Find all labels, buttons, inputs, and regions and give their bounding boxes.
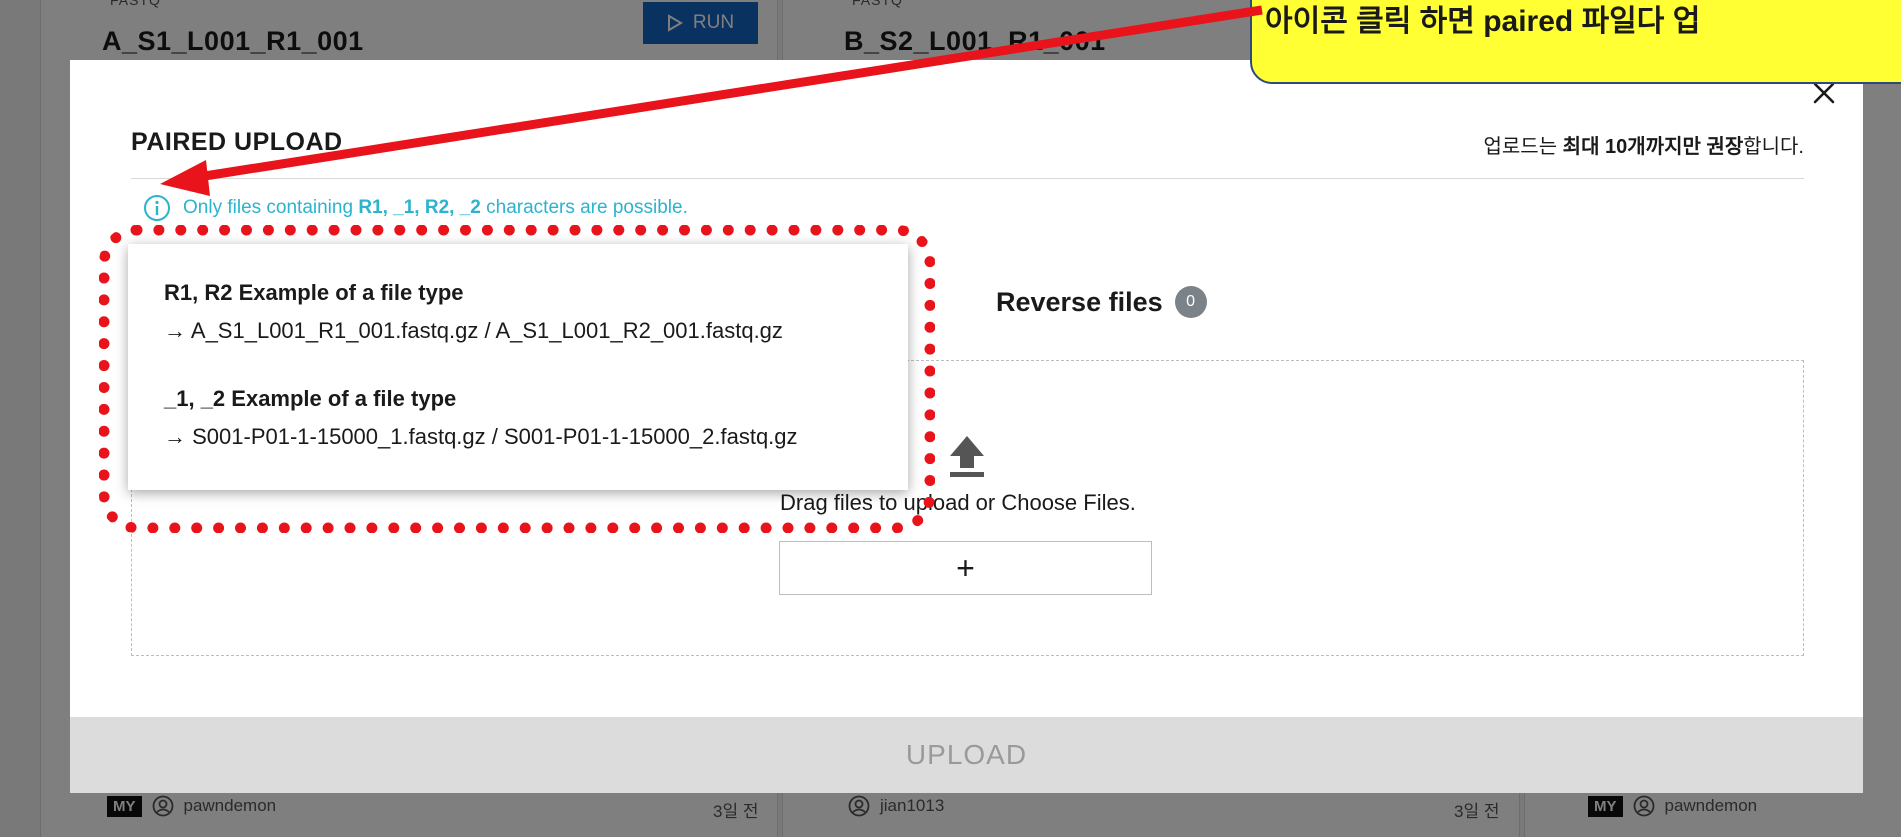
upload-limit-notice: 업로드는 최대 10개까지만 권장합니다. bbox=[1484, 130, 1805, 159]
divider bbox=[131, 178, 1804, 179]
info-icon[interactable] bbox=[143, 194, 171, 222]
upload-button[interactable]: UPLOAD bbox=[70, 717, 1863, 793]
info-text: Only files containing R1, _1, R2, _2 cha… bbox=[183, 197, 688, 219]
underscore-example-heading: _1, _2 Example of a file type bbox=[164, 386, 457, 411]
notice-prefix: 업로드는 bbox=[1483, 136, 1563, 158]
modal-title: PAIRED UPLOAD bbox=[131, 128, 343, 156]
tab-reverse-files[interactable]: Reverse files 0 bbox=[996, 286, 1207, 318]
r-example-text: → A_S1_L001_R1_001.fastq.gz / A_S1_L001_… bbox=[164, 318, 783, 343]
drop-instructions: Drag files to upload or Choose Files. bbox=[780, 490, 1136, 515]
info-suffix: characters are possible. bbox=[480, 197, 688, 218]
info-prefix: Only files containing bbox=[183, 197, 359, 218]
file-type-tooltip: R1, R2 Example of a file type → A_S1_L00… bbox=[128, 244, 908, 490]
r-example-heading: R1, R2 Example of a file type bbox=[164, 280, 464, 305]
notice-suffix: 합니다. bbox=[1743, 136, 1804, 158]
upload-arrow-icon bbox=[950, 436, 984, 477]
count-badge: 0 bbox=[1174, 286, 1207, 318]
reverse-files-label: Reverse files bbox=[996, 286, 1163, 317]
info-message: Only files containing R1, _1, R2, _2 cha… bbox=[143, 194, 688, 222]
add-files-button[interactable]: + bbox=[779, 541, 1152, 595]
annotation-callout-text: 아이콘 클릭 하면 paired 파일다 업 bbox=[1265, 5, 1701, 38]
info-bold: R1, _1, R2, _2 bbox=[358, 197, 481, 218]
notice-bold: 최대 10개까지만 권장 bbox=[1562, 136, 1744, 158]
underscore-example-text: → S001-P01-1-15000_1.fastq.gz / S001-P01… bbox=[164, 424, 798, 449]
